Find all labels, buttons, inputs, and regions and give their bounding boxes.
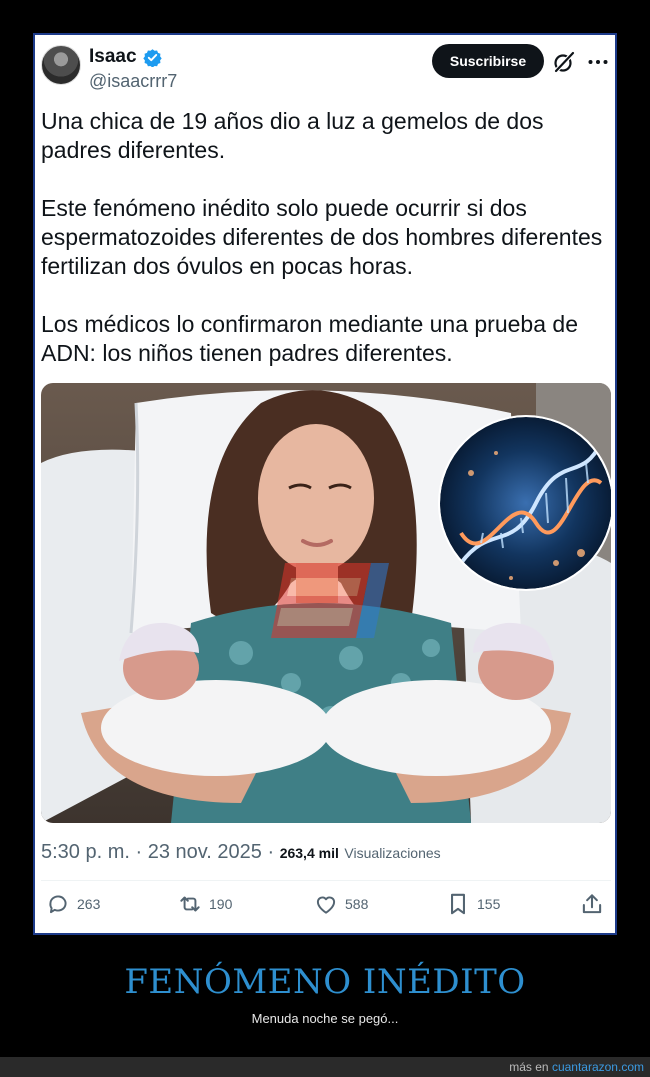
reply-count: 263 [77, 896, 101, 912]
author-name[interactable]: Isaac [89, 46, 137, 68]
repost-count: 190 [209, 896, 233, 912]
share-button[interactable] [579, 891, 611, 917]
tweet-text: Una chica de 19 años dio a luz a gemelos… [41, 107, 611, 368]
avatar[interactable] [41, 45, 81, 85]
views-count: 263,4 mil [279, 845, 339, 861]
meta-separator: · [135, 841, 143, 863]
bookmark-button[interactable]: 155 [445, 891, 500, 917]
like-icon [316, 896, 336, 914]
like-button[interactable]: 588 [313, 891, 368, 917]
more-icon[interactable] [586, 50, 610, 74]
credit-prefix: más en [509, 1060, 549, 1074]
tweet-card: Isaac @isaacrrr7 Suscribirse Una chica d… [33, 33, 617, 935]
tweet-paragraph: Una chica de 19 años dio a luz a gemelos… [41, 108, 544, 163]
tweet-meta: 5:30 p. m. · 23 nov. 2025 · 263,4 mil Vi… [41, 841, 441, 864]
author-handle[interactable]: @isaacrrr7 [89, 71, 177, 92]
credit-bar: más en cuantarazon.com [0, 1057, 650, 1077]
repost-icon [180, 896, 200, 912]
bookmark-icon [451, 893, 465, 915]
verified-icon [143, 49, 162, 67]
subscribe-button[interactable]: Suscribirse [432, 44, 544, 78]
reply-icon [49, 895, 67, 914]
tweet-paragraph: Los médicos lo confirmaron mediante una … [41, 311, 578, 366]
site-link[interactable]: cuantarazon.com [552, 1060, 644, 1074]
views-label: Visualizaciones [344, 845, 441, 861]
footer-title: FENÓMENO INÉDITO [124, 962, 526, 1002]
divider [41, 880, 611, 881]
bookmark-count: 155 [477, 896, 501, 912]
like-count: 588 [345, 896, 369, 912]
action-bar: 263 190 588 155 [35, 887, 615, 927]
reply-button[interactable]: 263 [45, 891, 100, 917]
tweet-paragraph: Este fenómeno inédito solo puede ocurrir… [41, 195, 603, 279]
share-icon [582, 894, 602, 914]
tweet-date[interactable]: 23 nov. 2025 [148, 841, 262, 863]
tweet-photo[interactable] [41, 383, 611, 823]
grok-icon[interactable] [552, 50, 576, 74]
footer-subtitle: Menuda noche se pegó... [251, 1011, 399, 1026]
tweet-time[interactable]: 5:30 p. m. [41, 841, 130, 863]
meta-separator: · [267, 841, 275, 863]
repost-button[interactable]: 190 [177, 891, 232, 917]
